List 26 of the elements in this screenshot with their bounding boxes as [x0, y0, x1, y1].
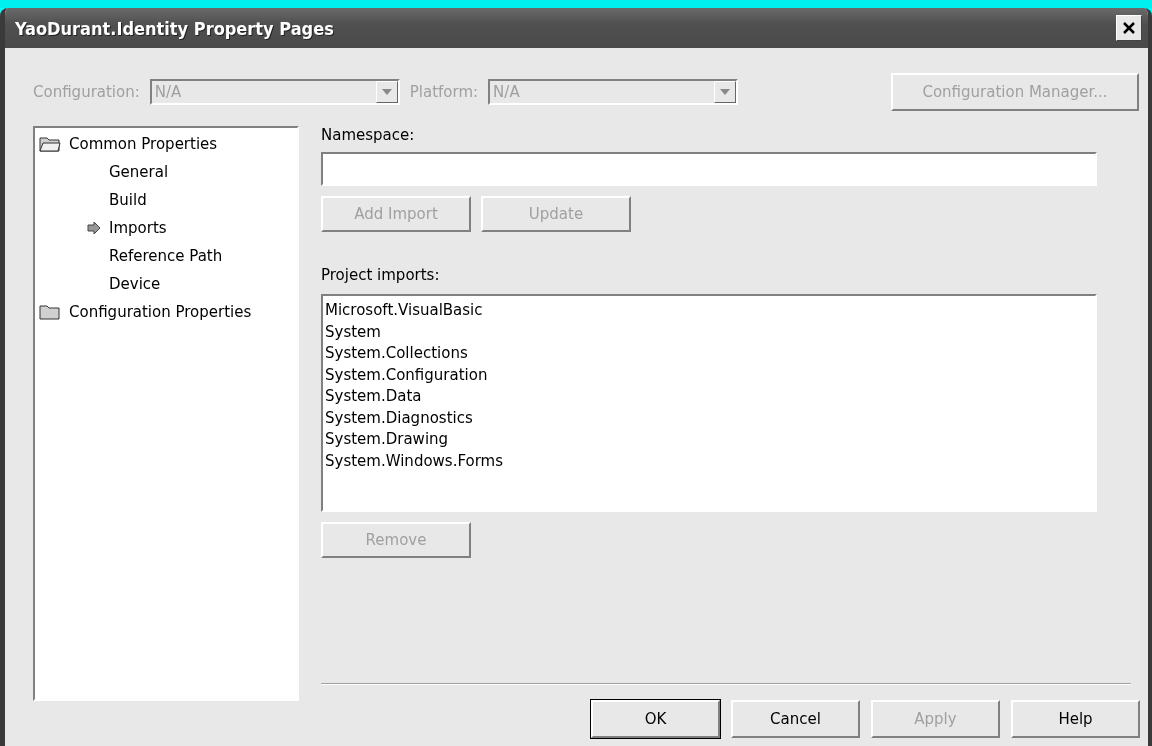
- tree-item[interactable]: Reference Path: [109, 247, 223, 265]
- namespace-label: Namespace:: [321, 126, 415, 144]
- tree-item[interactable]: Imports: [109, 219, 167, 237]
- dialog-button[interactable]: Help: [1011, 700, 1140, 738]
- list-item[interactable]: System.Data: [325, 386, 422, 408]
- close-icon: [1121, 20, 1137, 36]
- dialog-button[interactable]: Cancel: [731, 700, 860, 738]
- list-item[interactable]: System.Drawing: [325, 429, 449, 451]
- tree-item[interactable]: General: [109, 163, 169, 181]
- tree-item[interactable]: Device: [109, 275, 161, 293]
- configuration-label: Configuration:: [33, 83, 140, 101]
- project-imports-label: Project imports:: [321, 266, 440, 284]
- tree-item[interactable]: Common Properties: [69, 135, 218, 153]
- list-item[interactable]: Microsoft.VisualBasic: [325, 300, 483, 322]
- list-item[interactable]: System.Configuration: [325, 364, 488, 386]
- list-item[interactable]: System.Collections: [325, 343, 468, 365]
- namespace-field[interactable]: [321, 152, 1097, 186]
- list-item[interactable]: System.Diagnostics: [325, 407, 473, 429]
- list-item[interactable]: System: [325, 321, 381, 343]
- window-title: YaoDurant.Identity Property Pages: [15, 17, 335, 39]
- platform-label: Platform:: [409, 83, 479, 101]
- dialog-button[interactable]: OK: [591, 700, 720, 738]
- tree-item[interactable]: Configuration Properties: [69, 303, 252, 321]
- list-item[interactable]: System.Windows.Forms: [325, 450, 504, 472]
- tree-item[interactable]: Build: [109, 191, 147, 209]
- close-button[interactable]: [1116, 15, 1142, 41]
